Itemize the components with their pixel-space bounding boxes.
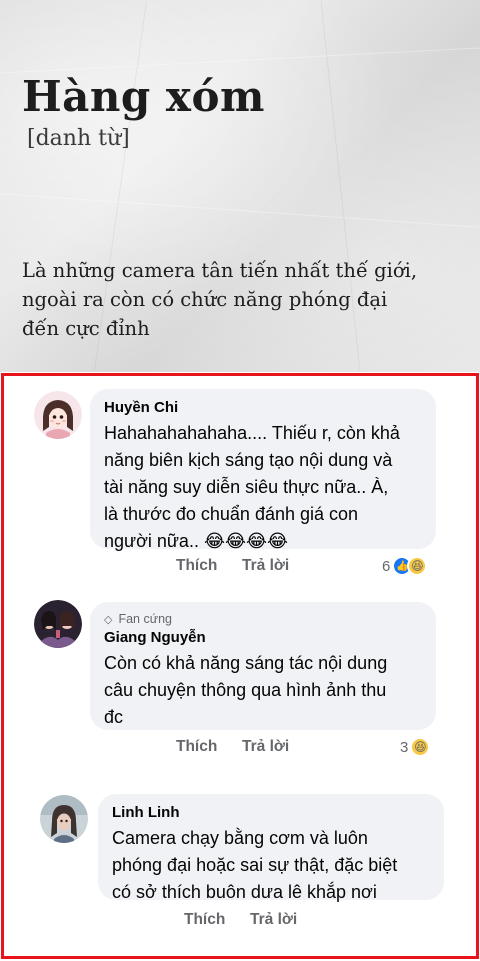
fan-badge-label: Fan cứng [118, 612, 173, 626]
comment-author[interactable]: Giang Nguyễn [104, 629, 422, 646]
comment-text: Hahahahahahaha.... Thiếu r, còn khả năng… [104, 420, 422, 555]
comment-line: Camera chạy bằng cơm và luôn [112, 828, 368, 848]
diamond-icon: ◇ [104, 613, 113, 626]
comment-line: là thước đo chuẩn đánh giá con [104, 504, 359, 524]
haha-icon: 😆 [407, 556, 428, 576]
definition-line: ngoài ra còn có chức năng phóng đại [22, 288, 388, 311]
fan-badge: ◇ Fan cứng [104, 612, 422, 626]
comment-line: người nữa.. 😂😂😂😂 [104, 531, 289, 551]
comments-highlight-box: Huyền Chi Hahahahahahaha.... Thiếu r, cò… [1, 373, 479, 959]
comment-line: câu chuyện thông qua hình ảnh thu [104, 680, 387, 700]
comment-bubble: Linh Linh Camera chạy bằng cơm và luôn p… [98, 794, 444, 902]
like-button[interactable]: Thích [176, 557, 217, 575]
definition-text: Là những camera tân tiến nhất thế giới, … [22, 256, 462, 343]
reply-button[interactable]: Trả lời [250, 911, 297, 929]
avatar-image [34, 600, 82, 648]
comment-linh-linh: Linh Linh Camera chạy bằng cơm và luôn p… [4, 781, 476, 956]
comment-giang-nguyen: ◇ Fan cứng Giang Nguyễn Còn có khả năng … [4, 596, 476, 776]
avatar[interactable] [34, 391, 82, 439]
paper-crease [0, 47, 480, 74]
reaction-count: 3 [400, 738, 409, 756]
haha-icon: 😆 [410, 737, 431, 757]
comment-bubble: ◇ Fan cứng Giang Nguyễn Còn có khả năng … [90, 602, 436, 730]
comment-line: đc [104, 707, 124, 727]
avatar[interactable] [34, 600, 82, 648]
reaction-count: 6 [382, 557, 391, 575]
comment-line: năng biên kịch sáng tạo nội dung và [104, 450, 393, 470]
avatar[interactable] [40, 795, 88, 843]
reaction-summary[interactable]: 6 👍 😆 [382, 556, 428, 576]
reply-button[interactable]: Trả lời [242, 557, 289, 575]
comment-line: phóng đại hoặc sai sự thật, đặc biệt [112, 855, 398, 875]
comment-line: Còn có khả năng sáng tác nội dung [104, 653, 388, 673]
comment-line: Hahahahahahaha.... Thiếu r, còn khả [104, 423, 400, 443]
avatar-image [34, 391, 82, 439]
comment-line: có sở thích buôn dưa lê khắp nơi [112, 882, 377, 902]
comment-line: tài năng suy diễn siêu thực nữa.. À, [104, 477, 389, 497]
avatar-image [40, 795, 88, 843]
definition-line: đến cực đỉnh [22, 317, 150, 340]
comment-text: Còn có khả năng sáng tác nội dung câu ch… [104, 650, 422, 731]
comment-bubble: Huyền Chi Hahahahahahaha.... Thiếu r, cò… [90, 389, 436, 551]
comment-author[interactable]: Huyền Chi [104, 399, 422, 416]
comment-author[interactable]: Linh Linh [112, 804, 430, 821]
part-of-speech: [danh từ] [27, 126, 130, 151]
like-button[interactable]: Thích [184, 911, 225, 929]
comment-text: Camera chạy bằng cơm và luôn phóng đại h… [112, 825, 430, 906]
definition-word: Hàng xóm [22, 72, 265, 121]
reaction-summary[interactable]: 3 😆 [400, 737, 431, 757]
comment-actions: Thích Trả lời [4, 911, 476, 933]
comment-huyen-chi: Huyền Chi Hahahahahahaha.... Thiếu r, cò… [4, 376, 476, 586]
reply-button[interactable]: Trả lời [242, 738, 289, 756]
definition-card: Hàng xóm [danh từ] Là những camera tân t… [0, 0, 480, 372]
definition-line: Là những camera tân tiến nhất thế giới, [22, 259, 418, 282]
like-button[interactable]: Thích [176, 738, 217, 756]
paper-crease [0, 193, 480, 228]
